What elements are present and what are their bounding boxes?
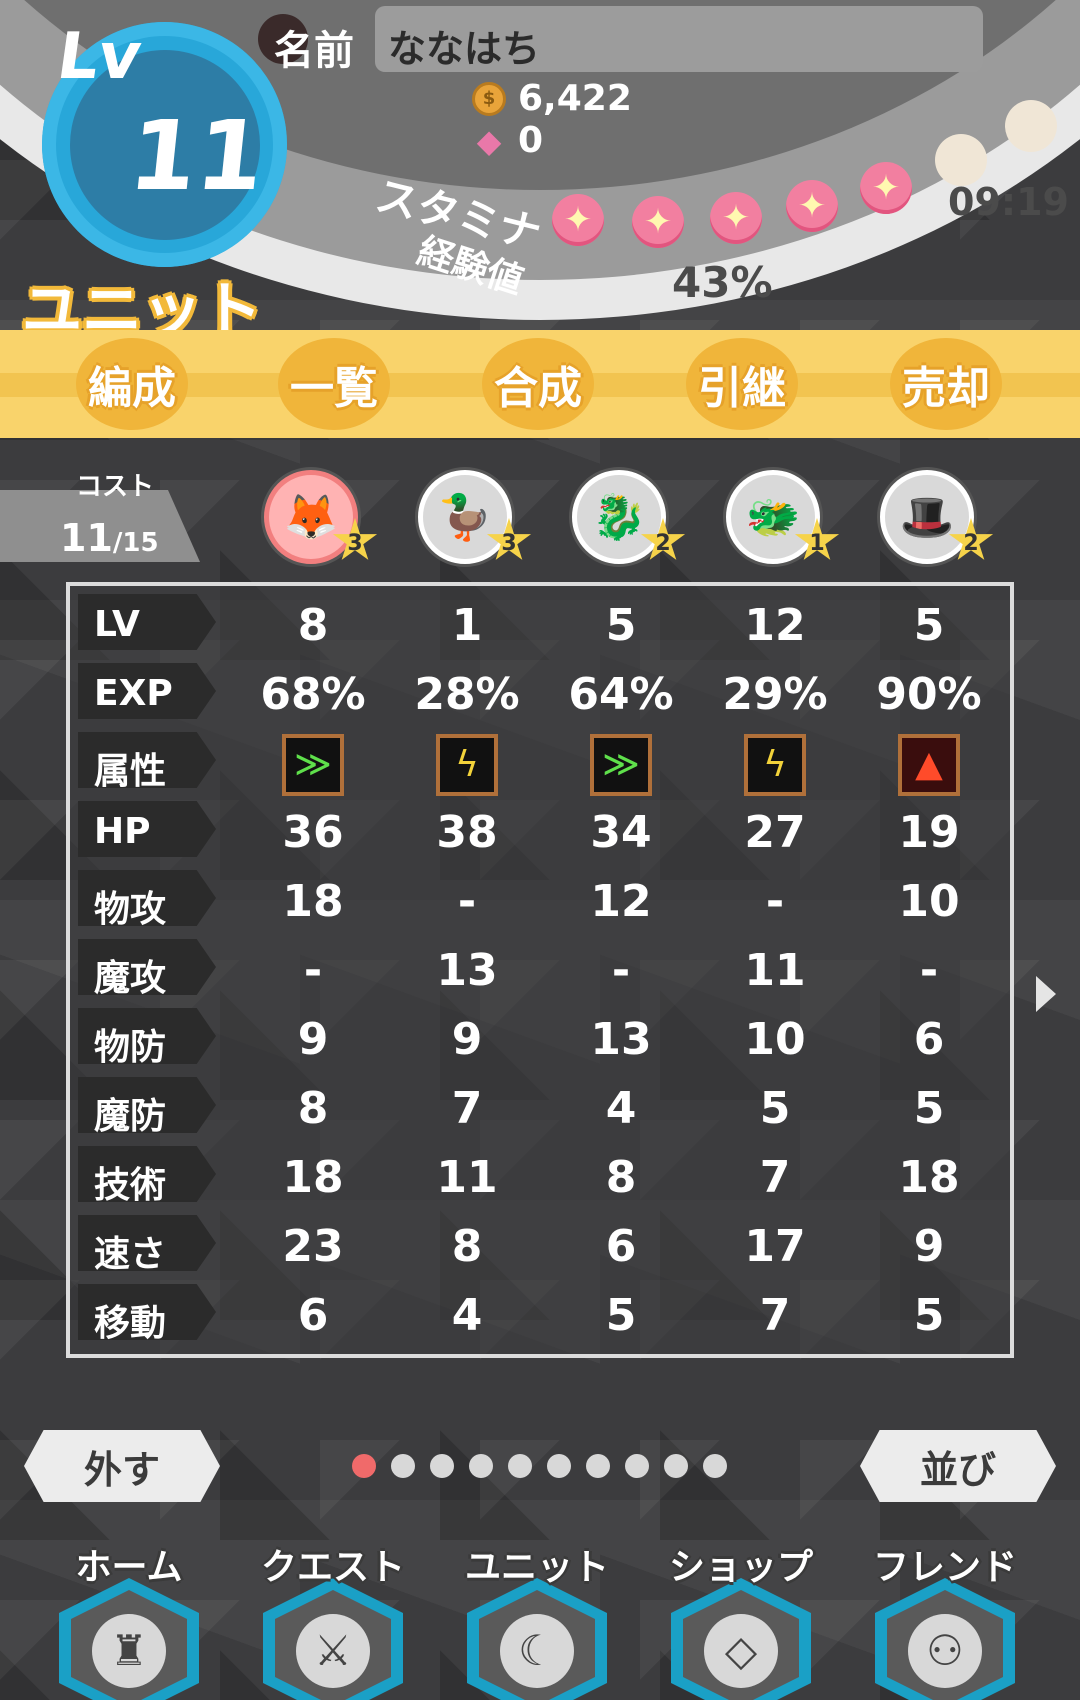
stat-label: 物攻 — [94, 889, 167, 930]
thunder-attribute-icon: ϟ — [744, 734, 806, 796]
stat-row-skill: 技術 18 11 8 7 18 — [70, 1138, 1010, 1207]
stat-label: 移動 — [94, 1303, 167, 1344]
stat-row-attribute: 属性 ≫ ϟ ≫ ϟ ▲ — [70, 724, 1010, 796]
party-slot-4[interactable]: 🐲 — [726, 470, 820, 564]
nav-shop[interactable]: ◇ ショップ — [666, 1528, 816, 1700]
stamina-point: ✦ — [632, 196, 684, 248]
crossed-swords-icon: ⚔ — [296, 1614, 370, 1688]
tab-fusion[interactable]: 合成 — [482, 338, 594, 430]
stat-label: 属性 — [94, 751, 167, 792]
player-name: ななはち — [388, 27, 541, 71]
orange-dragon-unit-icon: 🐲 — [745, 492, 801, 543]
castle-icon: ♜ — [92, 1614, 166, 1688]
stat-label: 物防 — [94, 1027, 167, 1068]
page-indicator-dot[interactable] — [547, 1454, 571, 1478]
wind-attribute-icon: ≫ — [590, 734, 652, 796]
unit-tab-bar: 編成 一覧 合成 引継 売却 — [0, 330, 1080, 438]
pink-dragon-unit-icon: 🐉 — [591, 492, 647, 543]
tab-list[interactable]: 一覧 — [278, 338, 390, 430]
stat-row-hp: HP 36 38 34 27 19 — [70, 793, 1010, 862]
witch-moon-icon: ☾ — [500, 1614, 574, 1688]
unit-stats-table: LV 8 1 5 12 5 EXP 68% 28% 64% 29% 90% 属性… — [66, 582, 1014, 1358]
page-indicator-dot[interactable] — [352, 1454, 376, 1478]
level-value: 11 — [124, 100, 270, 212]
next-page-arrow-icon[interactable] — [1036, 976, 1056, 1012]
sort-button[interactable]: 並び — [860, 1430, 1056, 1502]
stamina-point-empty — [1005, 100, 1057, 152]
page-indicator-dot[interactable] — [469, 1454, 493, 1478]
cost-value: 11/15 — [60, 516, 159, 560]
page-indicator-dot[interactable] — [703, 1454, 727, 1478]
level-label: Lv — [52, 20, 146, 94]
nav-quest[interactable]: ⚔ クエスト — [258, 1528, 408, 1700]
stat-label: 魔防 — [94, 1096, 167, 1137]
wizard-hat-unit-icon: 🎩 — [899, 492, 955, 543]
page-indicator-dot[interactable] — [664, 1454, 688, 1478]
party-slot-3[interactable]: 🐉 — [572, 470, 666, 564]
stamina-point: ✦ — [860, 162, 912, 214]
stat-label: EXP — [94, 673, 173, 714]
tab-formation[interactable]: 編成 — [76, 338, 188, 430]
nav-unit[interactable]: ☾ ユニット — [462, 1528, 612, 1700]
page-indicator-dot[interactable] — [508, 1454, 532, 1478]
tab-inherit[interactable]: 引継 — [686, 338, 798, 430]
stat-row-magic-attack: 魔攻 - 13 - 11 - — [70, 931, 1010, 1000]
tab-sell[interactable]: 売却 — [890, 338, 1002, 430]
duck-unit-icon: 🦆 — [437, 492, 493, 543]
stat-row-physical-defense: 物防 9 9 13 10 6 — [70, 1000, 1010, 1069]
stat-label: 速さ — [94, 1234, 167, 1275]
page-indicator-dot[interactable] — [586, 1454, 610, 1478]
party-slot-2[interactable]: 🦆 — [418, 470, 512, 564]
cost-label: コスト — [76, 472, 155, 502]
nav-home[interactable]: ♜ ホーム — [54, 1528, 204, 1700]
stamina-point: ✦ — [786, 180, 838, 232]
gem-count: 0 — [518, 120, 544, 161]
thunder-attribute-icon: ϟ — [436, 734, 498, 796]
stat-label: 技術 — [94, 1165, 167, 1206]
friends-icon: ⚇ — [908, 1614, 982, 1688]
stat-row-physical-attack: 物攻 18 - 12 - 10 — [70, 862, 1010, 931]
remove-button[interactable]: 外す — [24, 1430, 220, 1502]
stamina-timer: 09:19 — [948, 180, 1069, 224]
gem-icon: ◆ — [476, 122, 502, 160]
page-indicator-dot[interactable] — [391, 1454, 415, 1478]
gems-icon: ◇ — [704, 1614, 778, 1688]
stat-row-speed: 速さ 23 8 6 17 9 — [70, 1207, 1010, 1276]
page-indicator-dot[interactable] — [625, 1454, 649, 1478]
screen-title: ユニット — [22, 276, 262, 330]
coin-icon: $ — [472, 82, 506, 116]
stat-label: HP — [94, 811, 151, 852]
stat-row-exp: EXP 68% 28% 64% 29% 90% — [70, 655, 1010, 724]
fire-attribute-icon: ▲ — [898, 734, 960, 796]
page-indicator-dot[interactable] — [430, 1454, 454, 1478]
status-header: Lv 11 名前 ななはち $ 6,422 ◆ 0 スタミナ 経験値 ✦ ✦ ✦… — [0, 0, 1080, 330]
stat-label: LV — [94, 604, 140, 645]
fox-girl-unit-icon: 🦊 — [283, 492, 339, 543]
stat-label: 魔攻 — [94, 958, 167, 999]
nav-friend[interactable]: ⚇ フレンド — [870, 1528, 1020, 1700]
stamina-point: ✦ — [710, 192, 762, 244]
exp-percent: 43% — [672, 258, 773, 307]
wind-attribute-icon: ≫ — [282, 734, 344, 796]
coin-count: 6,422 — [518, 78, 632, 119]
party-slot-5[interactable]: 🎩 — [880, 470, 974, 564]
name-label: 名前 — [274, 28, 354, 74]
stat-row-move: 移動 6 4 5 7 5 — [70, 1276, 1010, 1345]
party-slot-1[interactable]: 🦊 — [264, 470, 358, 564]
stat-row-lv: LV 8 1 5 12 5 — [70, 586, 1010, 655]
stamina-point: ✦ — [552, 194, 604, 246]
stat-row-magic-defense: 魔防 8 7 4 5 5 — [70, 1069, 1010, 1138]
stamina-point-empty — [935, 134, 987, 186]
